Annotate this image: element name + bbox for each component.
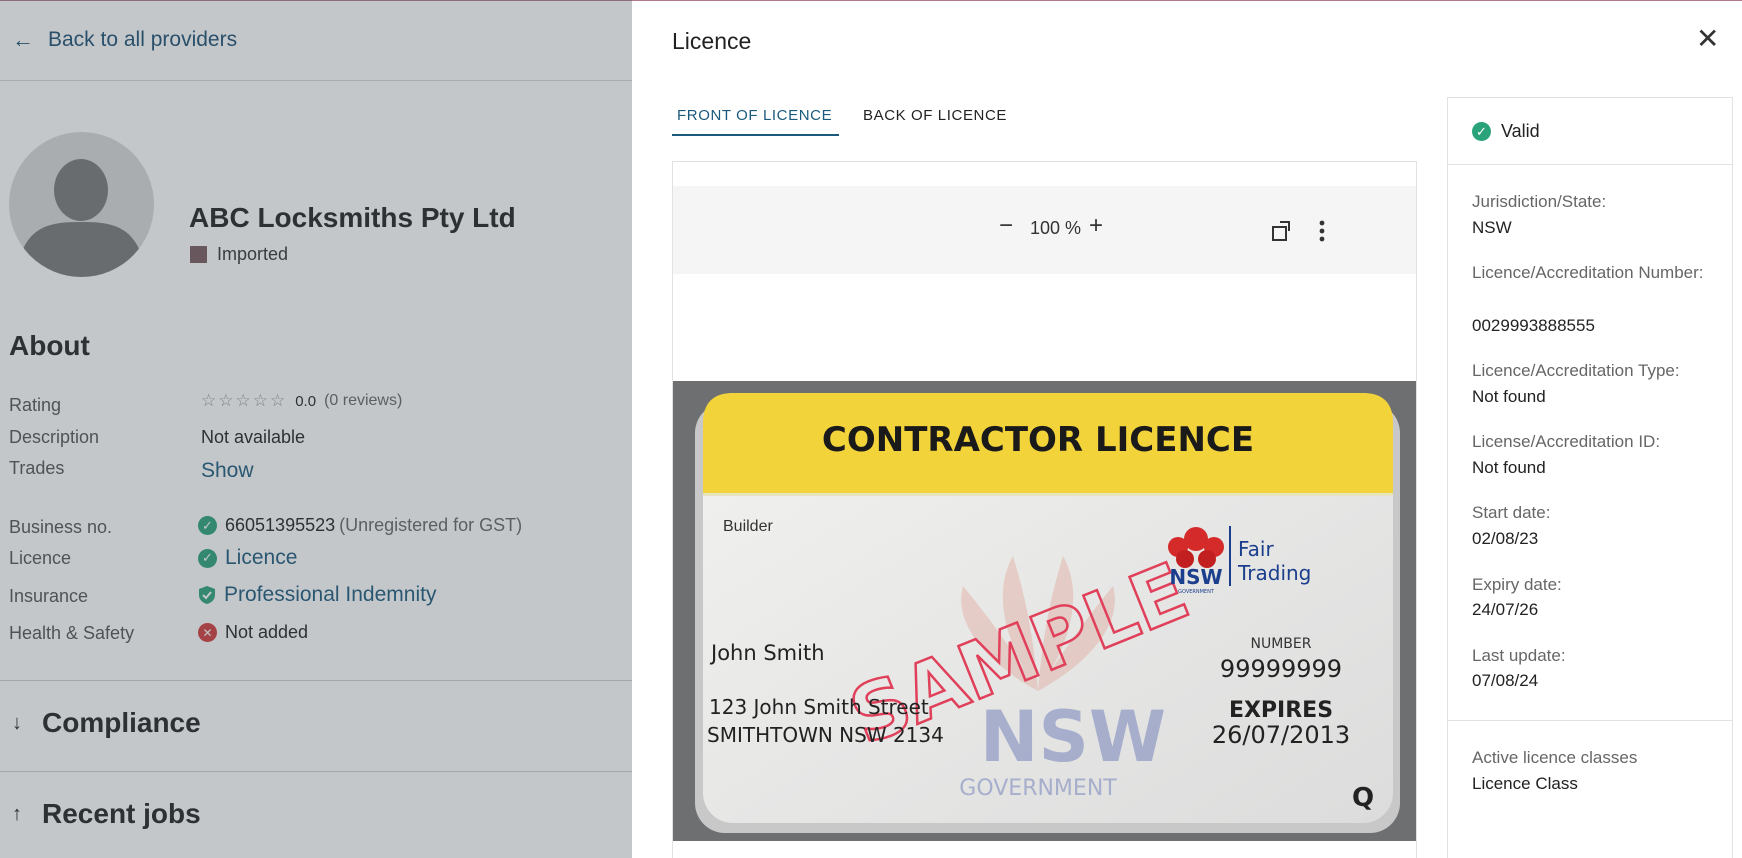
card-class-text: Builder — [723, 518, 773, 535]
field-label: License/Accreditation ID: — [1472, 432, 1661, 451]
field-label: Jurisdiction/State: — [1472, 192, 1607, 211]
drawer-title: Licence — [672, 28, 752, 54]
card-holder-name: John Smith — [709, 641, 825, 665]
close-icon[interactable]: ✕ — [1696, 25, 1719, 53]
zoom-level: 100 % — [1030, 218, 1082, 238]
field-label: Licence/Accreditation Type: — [1472, 361, 1680, 380]
card-corner-letter: Q — [1352, 783, 1374, 813]
logo-nsw-text: NSW — [1169, 565, 1222, 589]
panel-divider — [1448, 720, 1732, 721]
zoom-out-icon[interactable]: − — [999, 212, 1013, 240]
field-value: 0029993888555 — [1472, 316, 1595, 335]
modal-backdrop[interactable] — [0, 0, 632, 858]
logo-fair-text: Fair — [1238, 537, 1274, 561]
licence-details-panel: ✓ Valid Jurisdiction/State: NSW Licence/… — [1447, 97, 1733, 858]
field-value: NSW — [1472, 218, 1512, 237]
tab-back-of-licence[interactable]: BACK OF LICENCE — [863, 107, 1007, 124]
card-expires-date: 26/07/2013 — [1212, 721, 1350, 749]
validity-status: ✓ Valid — [1472, 121, 1540, 142]
document-viewer: − 100 % + CONTRACTOR LICENCE Builder NSW… — [672, 161, 1417, 858]
logo-gov-text: GOVERNMENT — [1178, 589, 1215, 595]
card-address-line1: 123 John Smith Street — [709, 695, 929, 719]
field-label: Last update: — [1472, 646, 1566, 665]
card-expires-label: EXPIRES — [1229, 698, 1333, 723]
classes-label: Active licence classes — [1472, 748, 1638, 767]
card-government-watermark: GOVERNMENT — [959, 776, 1117, 801]
field-label: Licence/Accreditation Number: — [1472, 263, 1704, 282]
check-circle-icon: ✓ — [1472, 122, 1491, 141]
viewer-toolbar: − 100 % + — [673, 186, 1416, 274]
field-value: 24/07/26 — [1472, 600, 1539, 619]
licence-image: CONTRACTOR LICENCE Builder NSW GOVERNMEN… — [673, 381, 1416, 841]
licence-drawer: Licence ✕ FRONT OF LICENCE BACK OF LICEN… — [632, 1, 1742, 858]
card-address-line2: SMITHTOWN NSW 2134 — [707, 723, 944, 747]
tab-front-of-licence[interactable]: FRONT OF LICENCE — [677, 107, 832, 124]
field-label: Expiry date: — [1472, 575, 1562, 594]
card-number: 99999999 — [1220, 655, 1342, 683]
field-value: 02/08/23 — [1472, 529, 1539, 548]
card-number-label: NUMBER — [1251, 636, 1312, 652]
field-label: Start date: — [1472, 503, 1551, 522]
field-value: Not found — [1472, 458, 1546, 477]
more-vertical-icon[interactable] — [1317, 219, 1327, 243]
card-nsw-watermark: NSW — [980, 696, 1166, 778]
panel-divider — [1448, 164, 1732, 165]
active-tab-indicator — [672, 134, 839, 136]
logo-trading-text: Trading — [1237, 561, 1311, 585]
classes-value: Licence Class — [1472, 774, 1578, 793]
zoom-in-icon[interactable]: + — [1089, 212, 1103, 240]
card-header-text: CONTRACTOR LICENCE — [822, 420, 1254, 460]
field-value: Not found — [1472, 387, 1546, 406]
rotate-icon[interactable] — [1270, 219, 1294, 243]
field-value: 07/08/24 — [1472, 671, 1539, 690]
validity-text: Valid — [1501, 121, 1540, 141]
licence-card-image: CONTRACTOR LICENCE Builder NSW GOVERNMEN… — [673, 381, 1416, 841]
